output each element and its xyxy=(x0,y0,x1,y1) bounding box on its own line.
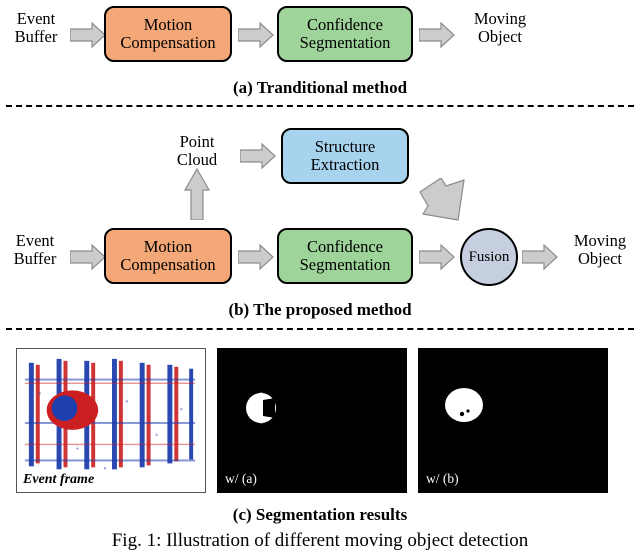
node-fusion-b: Fusion xyxy=(460,228,518,286)
arrow-b-1 xyxy=(70,244,106,270)
node-event-buffer-a: Event Buffer xyxy=(14,9,58,47)
node-moving-object-b: Moving Object xyxy=(573,231,627,269)
arrow-a-2 xyxy=(238,22,274,48)
label-result-b: w/ (b) xyxy=(426,471,459,486)
node-confidence-segmentation-a: Confidence Segmentation xyxy=(277,6,413,62)
arrow-b-structure-fusion xyxy=(415,178,483,240)
arrow-b-3 xyxy=(419,244,455,270)
arrow-b-2 xyxy=(238,244,274,270)
caption-a-label: (a) xyxy=(232,78,253,97)
node-point-cloud-b: Point Cloud xyxy=(176,132,218,170)
image-result-b: w/ (b) xyxy=(418,348,608,493)
figure-root: Event Buffer Motion Compensation Confidenc… xyxy=(0,0,640,555)
divider-1 xyxy=(6,105,634,107)
image-result-a: w/ (a) xyxy=(217,348,407,493)
divider-2 xyxy=(6,328,634,330)
figure-caption: Fig. 1: Illustration of different moving… xyxy=(111,530,529,551)
caption-a-text: Tranditional method xyxy=(256,78,408,97)
node-motion-compensation-a: Motion Compensation xyxy=(104,6,232,62)
node-motion-compensation-b: Motion Compensation xyxy=(104,228,232,284)
arrow-a-1 xyxy=(70,22,106,48)
arrow-a-3 xyxy=(419,22,455,48)
caption-c-text: Segmentation results xyxy=(255,505,408,524)
arrow-b-pointcloud-structure xyxy=(240,143,276,169)
caption-b: (b) The proposed method xyxy=(0,300,640,320)
node-moving-object-a: Moving Object xyxy=(473,9,527,47)
arrow-b-motion-pointcloud xyxy=(184,168,210,220)
node-structure-extraction-b: Structure Extraction xyxy=(281,128,409,184)
label-event-frame: Event frame xyxy=(23,472,95,487)
node-confidence-segmentation-b: Confidence Segmentation xyxy=(277,228,413,284)
caption-a: (a) Tranditional method xyxy=(0,78,640,98)
caption-c-label: (c) xyxy=(232,505,252,524)
event-frame-rendering xyxy=(17,349,205,492)
node-event-buffer-b: Event Buffer xyxy=(13,231,57,269)
arrow-b-4 xyxy=(522,244,558,270)
caption-b-label: (b) xyxy=(228,300,250,319)
label-result-a: w/ (a) xyxy=(225,471,257,486)
image-event-frame: Event frame xyxy=(16,348,206,493)
caption-c: (c) Segmentation results xyxy=(0,505,640,525)
caption-b-text: The proposed method xyxy=(253,300,412,319)
